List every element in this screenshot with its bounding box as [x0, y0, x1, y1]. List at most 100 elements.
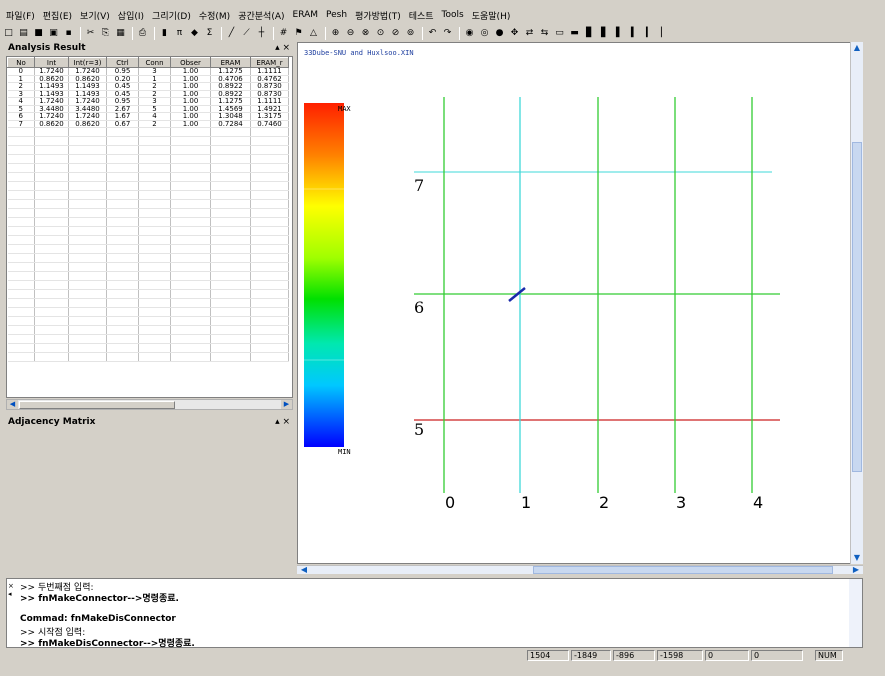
table-row[interactable]: 4 1.7240 1.7240 0.95 3 1.00 1.1275 1.1111	[7, 97, 289, 106]
vertical-scroll-thumb[interactable]	[852, 142, 862, 472]
scroll-thumb[interactable]	[19, 401, 175, 409]
redo-icon[interactable]: ↷	[441, 27, 454, 39]
menu-item[interactable]: 편집(E)	[43, 9, 72, 22]
target-icon[interactable]: ◎	[478, 27, 491, 39]
sigma-icon[interactable]: Σ	[203, 27, 216, 39]
move-icon[interactable]: ✥	[508, 27, 521, 39]
empty-row	[7, 127, 289, 137]
table-cell: 0.45	[106, 82, 139, 91]
menu-item[interactable]: 테스트	[409, 9, 434, 22]
cross-icon[interactable]: ┼	[255, 27, 268, 39]
scroll-right-icon[interactable]: ▶	[850, 566, 862, 574]
console-scrollbar[interactable]	[849, 579, 862, 647]
column-header[interactable]: Ctrl	[106, 57, 139, 68]
toolbar-separator	[422, 26, 423, 40]
bar-chart5-icon[interactable]: ▎	[643, 27, 656, 39]
scroll-down-icon[interactable]: ▼	[851, 553, 863, 563]
viewport-vertical-scrollbar[interactable]: ▲ ▼	[850, 42, 863, 564]
column-header[interactable]: Int(r=3)	[68, 57, 107, 68]
analysis-panel-controls[interactable]: ▴ ×	[275, 43, 290, 53]
zoom-extent-icon[interactable]: ⊚	[404, 27, 417, 39]
column-header[interactable]: Obser	[170, 57, 211, 68]
bar-chart2-icon[interactable]: ▋	[598, 27, 611, 39]
column-header[interactable]: ERAM	[210, 57, 251, 68]
menu-item[interactable]: 평가방법(T)	[355, 9, 401, 22]
empty-row	[7, 181, 289, 191]
toolbar-separator	[459, 26, 460, 40]
bar-chart3-icon[interactable]: ▌	[613, 27, 626, 39]
menu-item[interactable]: ERAM	[293, 10, 319, 20]
save-icon[interactable]: ■	[32, 27, 45, 39]
scroll-right-icon[interactable]: ▶	[281, 400, 292, 409]
column-header[interactable]: ERAM_r	[250, 57, 289, 68]
menu-item[interactable]: 수정(M)	[199, 9, 230, 22]
table-cell: 1.7240	[34, 112, 69, 121]
line-icon[interactable]: ╱	[225, 27, 238, 39]
zoom-in-icon[interactable]: ⊕	[329, 27, 342, 39]
export-icon[interactable]: ▪	[62, 27, 75, 39]
console-side-controls[interactable]: × ◂	[8, 582, 14, 598]
scroll-up-icon[interactable]: ▲	[851, 43, 863, 53]
table-row[interactable]: 7 0.8620 0.8620 0.67 2 1.00 0.7284 0.7460	[7, 120, 289, 128]
table-row[interactable]: 0 1.7240 1.7240 0.95 3 1.00 1.1275 1.1111	[7, 67, 289, 76]
connect-icon[interactable]: ⇄	[523, 27, 536, 39]
new-icon[interactable]: □	[2, 27, 15, 39]
bar-chart4-icon[interactable]: ▍	[628, 27, 641, 39]
table-row[interactable]: 2 1.1493 1.1493 0.45 2 1.00 0.8922 0.8730	[7, 82, 289, 91]
image-icon[interactable]: ▣	[47, 27, 60, 39]
open-icon[interactable]: ▤	[17, 27, 30, 39]
grid-icon[interactable]: #	[277, 27, 290, 39]
column-header[interactable]: Int	[34, 57, 69, 68]
analysis-horizontal-scrollbar[interactable]: ◀ ▶	[6, 399, 293, 410]
scroll-left-icon[interactable]: ◀	[298, 566, 310, 574]
region-icon[interactable]: ▭	[553, 27, 566, 39]
zoom-all-icon[interactable]: ⊙	[374, 27, 387, 39]
table-row[interactable]: 6 1.7240 1.7240 1.67 4 1.00 1.3048 1.3175	[7, 112, 289, 121]
console-line: >> fnMakeDisConnector-->명령종료.	[20, 639, 195, 649]
pi-icon[interactable]: π	[173, 27, 186, 39]
menu-item[interactable]: 삽입(I)	[118, 9, 144, 22]
disconnect-icon[interactable]: ⇆	[538, 27, 551, 39]
zoom-window-icon[interactable]: ⊗	[359, 27, 372, 39]
table-cell: 0.8730	[250, 82, 289, 91]
table-cell: 0.95	[106, 67, 139, 76]
polyline-icon[interactable]: ⟋	[240, 27, 253, 39]
eye-icon[interactable]: ◆	[188, 27, 201, 39]
horizontal-scroll-thumb[interactable]	[533, 566, 833, 574]
zoom-out-icon[interactable]: ⊖	[344, 27, 357, 39]
viewport-horizontal-scrollbar[interactable]: ◀ ▶	[297, 565, 863, 574]
bar-chart6-icon[interactable]: ▏	[658, 27, 671, 39]
column-header[interactable]: Conn	[138, 57, 171, 68]
drawing-canvas[interactable]: MAX MIN 7 6 5 0 1 2 3 4	[298, 43, 863, 564]
scroll-left-icon[interactable]: ◀	[7, 400, 18, 409]
menu-item[interactable]: 도움말(H)	[472, 9, 511, 22]
table-cell: 1.1275	[210, 97, 251, 106]
edit-icon[interactable]: ⚑	[292, 27, 305, 39]
bar-chart-icon[interactable]: ▊	[583, 27, 596, 39]
eye-icon[interactable]: ◉	[463, 27, 476, 39]
command-console[interactable]: × ◂ >> 두번째점 입력: >> fnMakeConnector-->명령종료.…	[6, 578, 863, 649]
menu-item[interactable]: 파일(F)	[6, 9, 35, 22]
menu-item[interactable]: 공간분석(A)	[238, 9, 284, 22]
copy-icon[interactable]: ⎘	[99, 27, 112, 39]
app-window: 파일(F) 편집(E) 보기(V) 삽입(I) 그리기(D) 수정(M) 공간분석(A) ER…	[0, 0, 885, 676]
menu-item[interactable]: 그리기(D)	[152, 9, 191, 22]
chart-icon[interactable]: ▬	[568, 27, 581, 39]
menu-item[interactable]: Tools	[442, 10, 464, 20]
cut-icon[interactable]: ✂	[84, 27, 97, 39]
drawing-viewport[interactable]: 33Dube-SNU and Huxlsoo.XIN MAX MIN 7 6 5…	[297, 42, 863, 564]
paste-icon[interactable]: ▦	[114, 27, 127, 39]
color-legend-bar	[304, 103, 344, 447]
menu-item[interactable]: Pesh	[326, 10, 347, 20]
undo-icon[interactable]: ↶	[426, 27, 439, 39]
layer-icon[interactable]: ▮	[158, 27, 171, 39]
vertical-axis-label: 3	[676, 493, 686, 512]
zoom-prev-icon[interactable]: ⊘	[389, 27, 402, 39]
menu-item[interactable]: 보기(V)	[80, 9, 110, 22]
print-icon[interactable]: ⎙	[136, 27, 149, 39]
table-cell: 0.7284	[210, 120, 251, 128]
node-icon[interactable]: ●	[493, 27, 506, 39]
adjacency-panel-controls[interactable]: ▴ ×	[275, 417, 290, 427]
column-header[interactable]: No	[7, 57, 35, 68]
shape-icon[interactable]: △	[307, 27, 320, 39]
